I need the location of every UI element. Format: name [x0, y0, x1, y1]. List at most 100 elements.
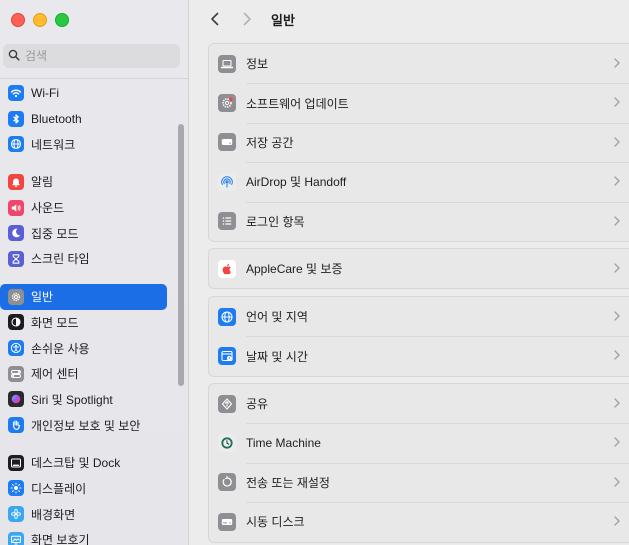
search-input[interactable] [25, 49, 165, 63]
appearance-icon [8, 314, 24, 331]
moon-icon [8, 225, 24, 242]
row-label: 언어 및 지역 [246, 310, 308, 325]
sidebar-scrollbar[interactable] [178, 124, 184, 386]
row-label: Time Machine [246, 436, 321, 451]
bluetooth-icon [8, 110, 24, 127]
row-label: 로그인 항목 [246, 214, 305, 229]
chevron-right-icon [613, 310, 621, 322]
sidebar-item-sound[interactable]: 사운드 [0, 195, 167, 221]
sidebar-item-screen-saver[interactable]: 화면 보호기 [0, 527, 167, 545]
reset-icon [218, 473, 236, 492]
row-storage[interactable]: 저장 공간 [209, 122, 629, 162]
close-button[interactable] [11, 13, 25, 27]
flower-icon [8, 506, 24, 523]
row-applecare[interactable]: AppleCare 및 보증 [209, 249, 629, 288]
sidebar-item-wallpaper[interactable]: 배경화면 [0, 501, 167, 527]
sidebar-divider [0, 78, 188, 79]
sidebar-item-label: 제어 센터 [31, 367, 79, 382]
hand-icon [8, 417, 24, 434]
hourglass-icon [8, 250, 24, 267]
sidebar-item-label: Siri 및 Spotlight [31, 392, 113, 407]
sidebar-item-siri-spotlight[interactable]: Siri 및 Spotlight [0, 387, 167, 413]
sidebar-item-general[interactable]: 일반 [0, 283, 167, 310]
gear-icon [8, 288, 24, 305]
chevron-right-icon [613, 262, 621, 274]
chevron-right-icon [613, 136, 621, 148]
row-label: AppleCare 및 보증 [246, 262, 343, 277]
wifi-icon [8, 84, 24, 101]
sidebar-item-bluetooth[interactable]: Bluetooth [0, 106, 167, 132]
apple-icon [218, 259, 236, 278]
main-pane: 일반 정보 소프트웨어 업데이트 저장 공간 AirDrop 및 Handoff… [190, 0, 629, 545]
back-button[interactable] [207, 11, 223, 27]
sidebar-item-label: 화면 모드 [31, 315, 79, 330]
sidebar-item-appearance[interactable]: 화면 모드 [0, 310, 167, 336]
sidebar-item-label: 알림 [31, 175, 54, 190]
row-login-items[interactable]: 로그인 항목 [209, 201, 629, 241]
sidebar-item-privacy-security[interactable]: 개인정보 보호 및 보안 [0, 412, 167, 438]
sidebar-item-network[interactable]: 네트워크 [0, 131, 167, 157]
speaker-icon [8, 199, 24, 216]
sidebar-item-displays[interactable]: 디스플레이 [0, 476, 167, 502]
share-icon [218, 394, 236, 413]
sidebar-item-label: 개인정보 보호 및 보안 [31, 418, 141, 433]
accessibility-icon [8, 340, 24, 357]
chevron-right-icon [613, 349, 621, 361]
chevron-right-icon [613, 57, 621, 69]
calendar-clock-icon [218, 347, 236, 366]
sun-icon [8, 480, 24, 497]
dock-icon [8, 454, 24, 471]
row-airdrop-handoff[interactable]: AirDrop 및 Handoff [209, 162, 629, 201]
sidebar-item-control-center[interactable]: 제어 센터 [0, 361, 167, 387]
chevron-right-icon [613, 476, 621, 488]
sidebar-item-label: 배경화면 [31, 507, 76, 522]
row-language-region[interactable]: 언어 및 지역 [209, 297, 629, 336]
toolbar: 일반 [190, 0, 629, 38]
settings-group-language: 언어 및 지역 날짜 및 시간 [208, 296, 629, 377]
row-software-update[interactable]: 소프트웨어 업데이트 [209, 83, 629, 122]
sidebar-item-desktop-dock[interactable]: 데스크탑 및 Dock [0, 450, 167, 476]
row-about[interactable]: 정보 [209, 44, 629, 83]
sidebar-item-screen-time[interactable]: 스크린 타임 [0, 246, 167, 272]
disk-icon [218, 512, 236, 531]
sidebar-item-label: 화면 보호기 [31, 533, 90, 545]
gear-badge-icon [218, 94, 236, 113]
chevron-right-icon [613, 515, 621, 527]
airdrop-icon [218, 172, 236, 191]
sidebar-item-label: Bluetooth [31, 111, 82, 126]
settings-group-sharing: 공유 Time Machine 전송 또는 재설정 시동 디스크 [208, 383, 629, 543]
search-icon [8, 49, 20, 64]
chevron-right-icon [613, 175, 621, 187]
sidebar-item-label: 사운드 [31, 201, 65, 216]
drive-icon [218, 133, 236, 152]
row-startup-disk[interactable]: 시동 디스크 [209, 502, 629, 541]
row-time-machine[interactable]: Time Machine [209, 423, 629, 462]
sidebar-item-wifi[interactable]: Wi-Fi [0, 80, 167, 106]
control-center-icon [8, 365, 24, 382]
row-transfer-reset[interactable]: 전송 또는 재설정 [209, 462, 629, 502]
row-date-time[interactable]: 날짜 및 시간 [209, 336, 629, 375]
sidebar-item-label: 일반 [31, 290, 54, 305]
laptop-icon [218, 54, 236, 73]
chevron-right-icon [613, 397, 621, 409]
sidebar-item-accessibility[interactable]: 손쉬운 사용 [0, 335, 167, 361]
row-label: 저장 공간 [246, 135, 294, 150]
sidebar-item-notifications[interactable]: 알림 [0, 169, 167, 195]
sidebar-item-label: 네트워크 [31, 137, 76, 152]
search-field[interactable] [3, 44, 180, 68]
zoom-button[interactable] [55, 13, 69, 27]
row-label: AirDrop 및 Handoff [246, 175, 347, 190]
row-sharing[interactable]: 공유 [209, 384, 629, 423]
sidebar-item-label: 손쉬운 사용 [31, 341, 90, 356]
sidebar-item-label: Wi-Fi [31, 85, 59, 100]
minimize-button[interactable] [33, 13, 47, 27]
settings-group-applecare: AppleCare 및 보증 [208, 248, 629, 290]
forward-button[interactable] [239, 11, 255, 27]
window-controls [11, 13, 69, 27]
row-label: 전송 또는 재설정 [246, 475, 330, 490]
chevron-right-icon [613, 96, 621, 108]
row-label: 소프트웨어 업데이트 [246, 96, 349, 111]
sidebar-item-focus[interactable]: 집중 모드 [0, 220, 167, 246]
sidebar-item-label: 디스플레이 [31, 481, 87, 496]
chevron-right-icon [613, 436, 621, 448]
